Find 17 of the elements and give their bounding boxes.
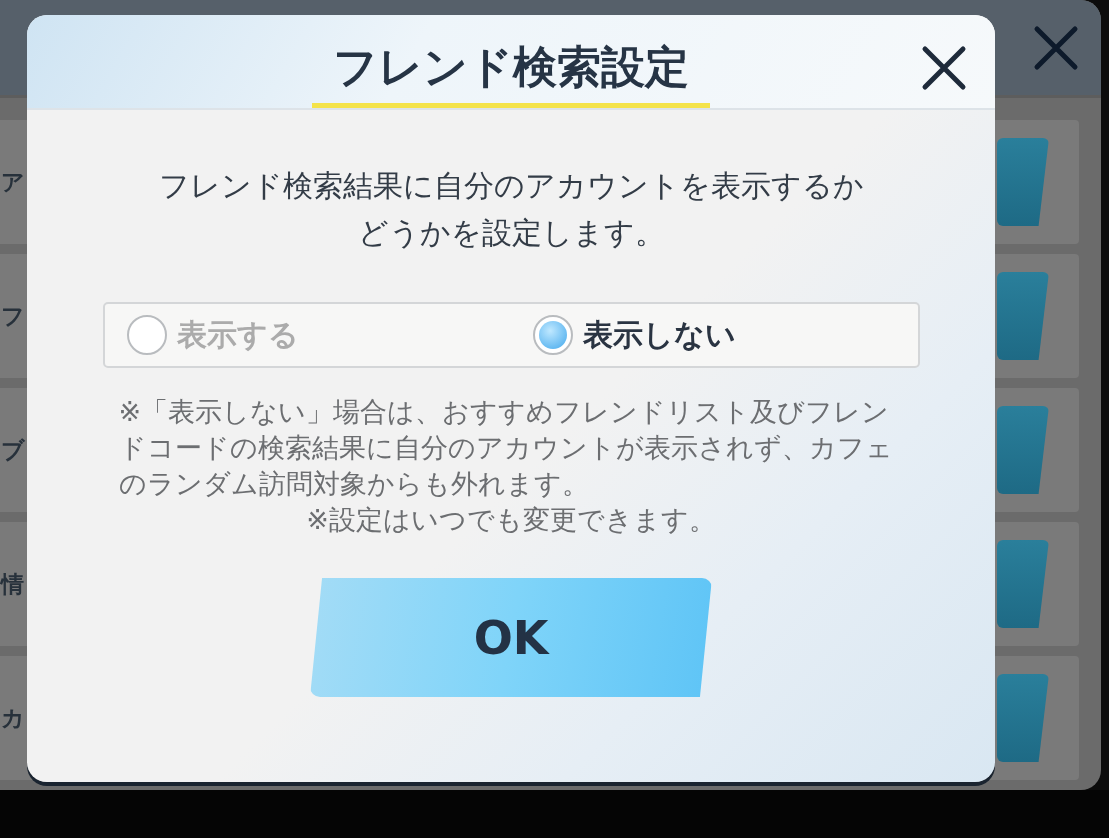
row-label: ブ: [1, 435, 25, 465]
note-text: ※「表示しない」場合は、おすすめフレンドリスト及びフレンドコードの検索結果に自分のアカウントが表示されず、カフェのランダム訪問対象からも外れます。: [118, 395, 894, 501]
row-button[interactable]: [997, 540, 1049, 628]
row-button[interactable]: [997, 272, 1049, 360]
row-label: ア: [1, 167, 25, 197]
dialog-title: フレンド検索設定: [312, 38, 710, 108]
row-label: カ: [1, 703, 25, 733]
row-label: 情: [1, 569, 24, 599]
row-button[interactable]: [997, 406, 1049, 494]
radio-option[interactable]: 表示しない: [511, 313, 918, 357]
note-text: ※設定はいつでも変更できます。: [305, 503, 717, 537]
row-label: フ: [1, 301, 25, 331]
row-button[interactable]: [997, 674, 1049, 762]
description-text: フレンド検索結果に自分のアカウントを表示するかどうかを設定します。: [157, 167, 865, 252]
close-icon[interactable]: [921, 45, 967, 91]
ok-button[interactable]: OK: [310, 578, 712, 697]
row-button[interactable]: [997, 138, 1049, 226]
